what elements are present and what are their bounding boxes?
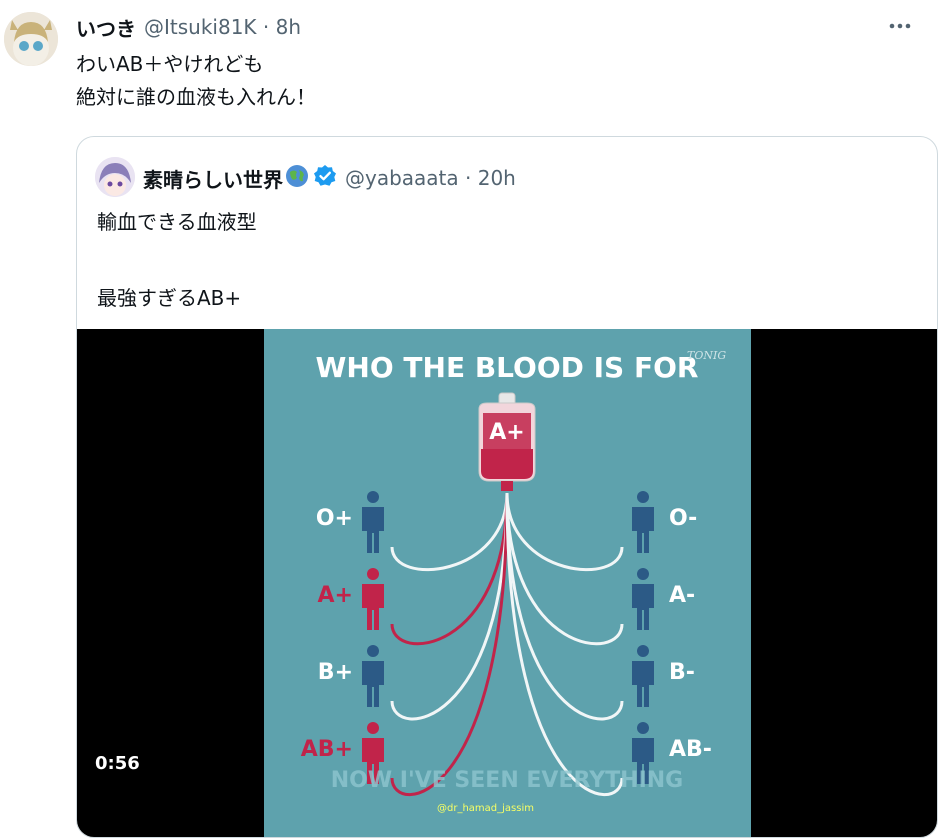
quoted-meta[interactable]: @yabaaata · 20h <box>345 166 516 190</box>
video-frame: WHO THE BLOOD IS FOR TONIG A+ O+ A+ B+ AB+ O… <box>264 329 751 837</box>
blood-type-left-3: B+ <box>318 660 353 685</box>
blood-type-right-1: O- <box>669 506 697 531</box>
video-duration: 0:56 <box>95 753 140 774</box>
quoted-header: 素晴らしい世界 @yabaaata · 20h <box>143 161 516 195</box>
handle-text[interactable]: @Itsuki81K <box>144 15 257 39</box>
blood-type-right-3: B- <box>669 660 695 685</box>
tweet-text: わいAB＋やけれども絶対に誰の血液も入れん！ <box>76 48 316 114</box>
quoted-avatar-image <box>95 157 135 197</box>
blood-type-right-4: AB- <box>669 737 712 762</box>
video-watermark: TONIG <box>687 349 726 362</box>
timestamp[interactable]: 8h <box>276 15 301 39</box>
avatar-image <box>4 12 58 66</box>
video-title: WHO THE BLOOD IS FOR <box>316 351 699 384</box>
tweet-text-line-2: 絶対に誰の血液も入れん！ <box>76 85 316 109</box>
blood-type-right-2: A- <box>669 583 695 608</box>
globe-emoji-icon <box>285 164 309 192</box>
display-name[interactable]: いつき <box>76 13 136 42</box>
quoted-tweet-card[interactable]: 素晴らしい世界 @yabaaata · 20h 輸血できる血液型 最強すぎるAB+… <box>76 136 938 838</box>
tweet-text-line-1: わいAB＋やけれども <box>76 52 264 76</box>
quoted-avatar[interactable] <box>95 157 135 197</box>
quoted-text-line-3: 最強すぎるAB+ <box>97 286 242 310</box>
blood-bag-icon: A+ <box>478 392 536 491</box>
handle[interactable]: @Itsuki81K · 8h <box>144 15 301 39</box>
video-caption: NOW I'VE SEEN EVERYTHING <box>331 768 683 793</box>
video-player[interactable]: WHO THE BLOOD IS FOR TONIG A+ O+ A+ B+ AB+ O… <box>77 329 937 837</box>
blood-bag-label: A+ <box>489 420 524 445</box>
quoted-timestamp[interactable]: 20h <box>478 166 516 190</box>
ellipsis-icon[interactable] <box>886 12 914 40</box>
avatar[interactable] <box>4 12 58 66</box>
tweet-header: いつき @Itsuki81K · 8h <box>76 12 922 42</box>
blood-type-left-1: O+ <box>316 506 353 531</box>
quoted-text: 輸血できる血液型 最強すぎるAB+ <box>97 203 257 317</box>
quoted-handle[interactable]: @yabaaata <box>345 166 459 190</box>
video-credit: @dr_hamad_jassim <box>437 803 534 814</box>
verified-badge-icon <box>313 164 337 192</box>
blood-type-left-4: AB+ <box>301 737 353 762</box>
blood-type-left-2: A+ <box>318 583 353 608</box>
quoted-text-line-1: 輸血できる血液型 <box>97 210 257 234</box>
quoted-display-name[interactable]: 素晴らしい世界 <box>143 164 283 193</box>
